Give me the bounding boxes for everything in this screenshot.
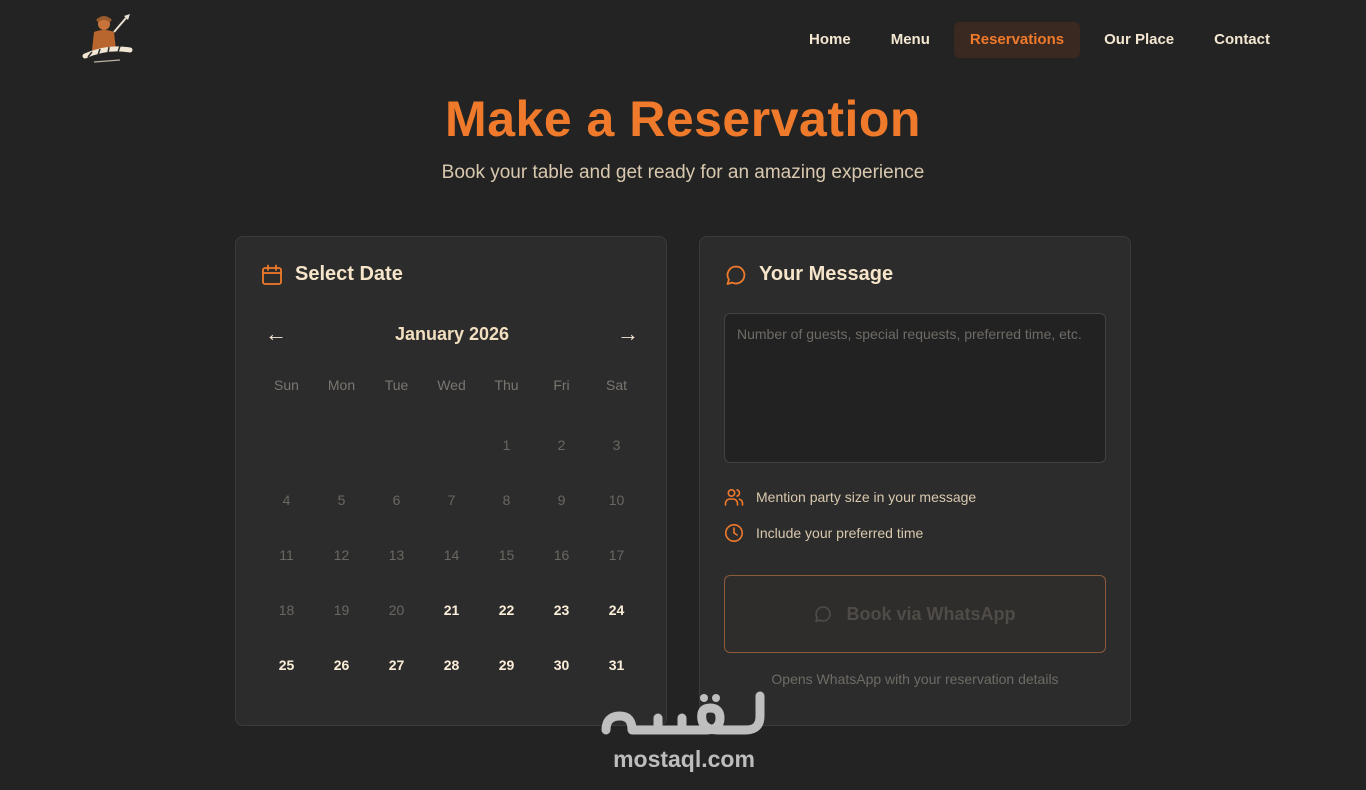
date-picker-header: Select Date	[261, 263, 403, 286]
calendar-day-7: 7	[447, 491, 456, 508]
site-header: Home Menu Reservations Our Place Contact	[0, 0, 1366, 80]
calendar-day-22[interactable]: 22	[479, 582, 534, 637]
mostaql-logo-icon	[601, 691, 765, 735]
calendar-day-10: 10	[608, 491, 625, 508]
users-icon	[724, 488, 744, 506]
mostaql-watermark-text: mostaql.com	[613, 746, 755, 772]
calendar-day-4: 4	[282, 491, 291, 508]
calendar-day-15: 15	[498, 546, 515, 563]
next-month-button[interactable]: →	[617, 321, 639, 347]
date-picker-card: Select Date ← January 2026 → Sun Mon Tue We…	[235, 236, 667, 726]
nav-reservations[interactable]: Reservations	[953, 22, 1081, 58]
tip-preferred-time: Include your preferred time	[724, 523, 923, 543]
calendar-day-11: 11	[279, 546, 294, 563]
calendar-blank-cell	[314, 417, 369, 472]
chef-logo-icon[interactable]	[80, 10, 134, 70]
calendar-day-30[interactable]: 30	[534, 637, 589, 692]
message-card: Your Message Mention party size in your …	[699, 236, 1131, 726]
message-title: Your Message	[759, 263, 894, 285]
nav-contact[interactable]: Contact	[1198, 22, 1286, 58]
calendar-day-9: 9	[557, 491, 566, 508]
nav-home[interactable]: Home	[793, 22, 867, 58]
calendar-day-1: 1	[502, 436, 511, 453]
tip-preferred-time-text: Include your preferred time	[756, 525, 924, 541]
calendar-day-18: 18	[278, 601, 295, 618]
weekday-header-row: Sun Mon Tue Wed Thu Fri Sat	[259, 377, 644, 393]
calendar-blank-cell	[259, 417, 314, 472]
page-title: Make a Reservation	[445, 91, 921, 147]
calendar-day-8: 8	[502, 491, 511, 508]
clock-icon	[725, 524, 743, 542]
calendar-day-12: 12	[333, 546, 350, 563]
calendar-blank-cell	[369, 417, 424, 472]
weekday-label-wed: Wed	[437, 377, 466, 393]
weekday-label-tue: Tue	[384, 377, 409, 393]
date-picker-title: Select Date	[295, 263, 403, 285]
chat-bubble-icon	[726, 265, 746, 285]
calendar-day-31[interactable]: 31	[589, 637, 644, 692]
calendar-day-29[interactable]: 29	[479, 637, 534, 692]
book-whatsapp-button[interactable]: Book via WhatsApp	[724, 575, 1106, 653]
weekday-label-sun: Sun	[274, 377, 299, 393]
calendar-day-21[interactable]: 21	[424, 582, 479, 637]
calendar-day-13: 13	[388, 546, 405, 563]
whatsapp-icon	[815, 606, 832, 622]
calendar-grid: 1 2 3 4 5 6 7 8 9 10 11 12 13 14 15 16 17 18 19 20 21 22 23 24 2…	[259, 417, 644, 692]
calendar-day-6: 6	[392, 491, 401, 508]
calendar-day-3: 3	[612, 436, 621, 453]
calendar-day-19: 19	[333, 601, 350, 618]
calendar-day-2: 2	[557, 436, 566, 453]
calendar-day-20: 20	[388, 601, 405, 618]
nav-menu[interactable]: Menu	[875, 22, 946, 58]
book-whatsapp-label: Book via WhatsApp	[846, 603, 1016, 624]
calendar-day-28[interactable]: 28	[424, 637, 479, 692]
calendar-blank-cell	[424, 417, 479, 472]
calendar-day-5: 5	[337, 491, 346, 508]
nav-our-place[interactable]: Our Place	[1088, 22, 1190, 58]
month-navigator: ← January 2026 →	[261, 321, 643, 347]
whatsapp-note: Opens WhatsApp with your reservation det…	[771, 671, 1059, 687]
calendar-day-27[interactable]: 27	[369, 637, 424, 692]
weekday-label-mon: Mon	[327, 377, 356, 393]
calendar-day-14: 14	[443, 546, 460, 563]
main-nav: Home Menu Reservations Our Place Contact	[793, 22, 1286, 58]
calendar-day-26[interactable]: 26	[314, 637, 369, 692]
mostaql-watermark: mostaql.com	[598, 690, 770, 780]
weekday-label-sat: Sat	[605, 377, 627, 393]
calendar-icon	[262, 264, 282, 285]
calendar-day-25[interactable]: 25	[259, 637, 314, 692]
tip-party-size-text: Mention party size in your message	[756, 489, 977, 505]
page-subtitle: Book your table and get ready for an ama…	[441, 162, 925, 183]
weekday-label-fri: Fri	[553, 377, 570, 393]
calendar-day-16: 16	[553, 546, 570, 563]
message-textarea[interactable]	[724, 313, 1106, 463]
calendar-day-17: 17	[608, 546, 625, 563]
message-header: Your Message	[725, 263, 893, 286]
month-label: January 2026	[394, 324, 510, 344]
weekday-label-thu: Thu	[494, 377, 519, 393]
calendar-day-23[interactable]: 23	[534, 582, 589, 637]
tip-party-size: Mention party size in your message	[724, 487, 976, 507]
calendar-day-24[interactable]: 24	[589, 582, 644, 637]
